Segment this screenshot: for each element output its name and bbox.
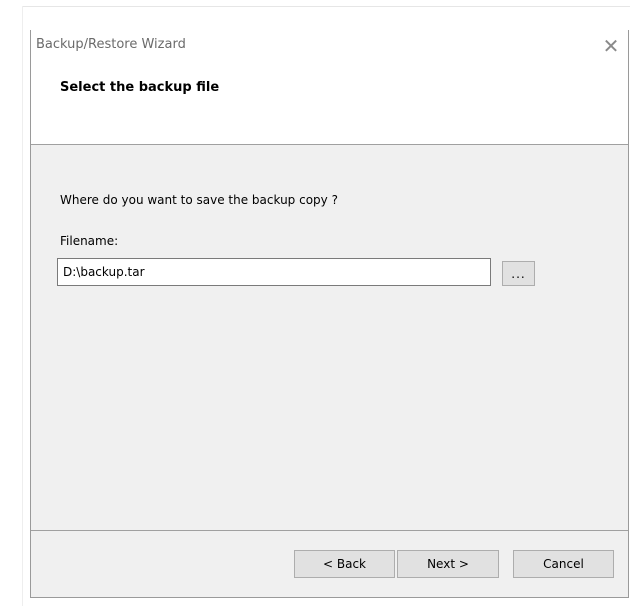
dialog-border-bottom [30,597,629,598]
page-title: Select the backup file [60,80,220,95]
save-location-question: Where do you want to save the backup cop… [60,193,338,207]
back-button[interactable]: < Back [294,550,395,578]
background-window-edge [22,6,630,7]
browse-button[interactable]: ... [502,261,535,286]
filename-input[interactable] [57,258,491,286]
filename-label: Filename: [60,234,119,248]
wizard-header: Select the backup file [31,61,628,144]
wizard-footer: < Back Next > Cancel [31,531,628,597]
next-button[interactable]: Next > [397,550,499,578]
close-icon[interactable]: ✕ [598,33,624,59]
window-title: Backup/Restore Wizard [36,37,186,52]
wizard-dialog: Backup/Restore Wizard ✕ Select the backu… [0,0,642,614]
title-bar[interactable]: Backup/Restore Wizard ✕ [31,31,628,61]
dialog-border-right [628,30,629,598]
wizard-body: Where do you want to save the backup cop… [31,145,628,530]
background-window-edge-side [22,6,23,606]
cancel-button[interactable]: Cancel [513,550,614,578]
